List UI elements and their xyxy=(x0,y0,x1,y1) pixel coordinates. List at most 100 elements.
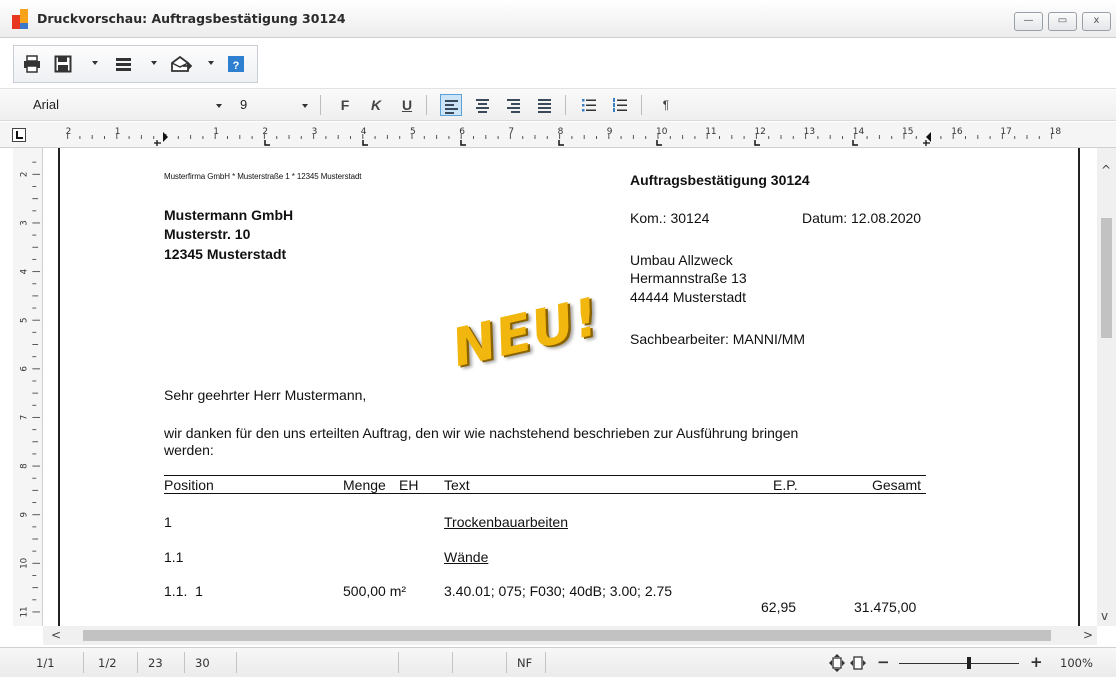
horizontal-scroll-thumb[interactable] xyxy=(83,630,1051,641)
align-justify-button[interactable] xyxy=(534,94,556,116)
print-button[interactable] xyxy=(23,55,43,75)
ruler-number: 7 xyxy=(508,127,514,137)
col-header-gesamt: Gesamt xyxy=(872,477,922,493)
tab-stop-selector[interactable] xyxy=(12,128,26,142)
align-center-icon xyxy=(476,99,489,115)
layout-dropdown-arrow[interactable] xyxy=(151,61,157,65)
intro-text-line-2: werden: xyxy=(164,442,214,458)
save-dropdown-arrow[interactable] xyxy=(92,61,98,65)
preview-area[interactable]: Musterfirma GmbH * Musterstraße 1 * 1234… xyxy=(43,148,1097,626)
row-2-text: Wände xyxy=(444,549,489,565)
ruler-number: 2 xyxy=(66,127,72,137)
vertical-scroll-thumb[interactable] xyxy=(1101,218,1112,338)
status-separator xyxy=(452,652,453,673)
vertical-scrollbar[interactable]: ^ v xyxy=(1097,148,1116,626)
project-street: Hermannstraße 13 xyxy=(630,270,747,286)
left-margin-marker[interactable] xyxy=(154,140,161,146)
bullet-list-button[interactable] xyxy=(578,94,600,116)
row-3-menge: 500,00 m² xyxy=(343,583,407,599)
tab-stop-marker[interactable] xyxy=(460,140,466,146)
scroll-left-icon[interactable]: < xyxy=(51,629,61,641)
tab-stop-marker[interactable] xyxy=(754,140,760,146)
numbered-list-button[interactable] xyxy=(609,94,631,116)
align-center-button[interactable] xyxy=(472,94,494,116)
numbered-list-icon xyxy=(613,98,627,112)
italic-button[interactable]: K xyxy=(365,94,387,116)
col-header-position: Position xyxy=(164,477,214,493)
document-title: Auftragsbestätigung 30124 xyxy=(630,172,810,188)
salutation: Sehr geehrter Herr Mustermann, xyxy=(164,387,367,403)
bullet-list-icon xyxy=(582,99,596,112)
close-button[interactable]: x xyxy=(1082,12,1111,31)
project-name: Umbau Allzweck xyxy=(630,252,733,268)
ruler-number: 3 xyxy=(20,220,30,226)
bold-button[interactable]: F xyxy=(334,94,356,116)
fit-width-button[interactable] xyxy=(849,654,867,675)
font-name-dropdown-arrow[interactable] xyxy=(216,104,222,108)
table-top-rule xyxy=(164,475,926,476)
new-stamp: NEU! xyxy=(446,287,606,379)
format-separator xyxy=(320,95,321,115)
recipient-city: 12345 Musterstadt xyxy=(164,246,287,262)
ruler-number: 2 xyxy=(20,172,30,178)
first-line-indent-marker[interactable] xyxy=(163,132,168,142)
status-bar: 1/1 1/2 23 30 NF − + 100% xyxy=(0,647,1116,677)
row-1-text: Trockenbauarbeiten xyxy=(444,514,569,530)
ruler-number: 10 xyxy=(20,558,30,569)
zoom-value: 100% xyxy=(1060,656,1093,670)
layout-button[interactable] xyxy=(115,55,135,75)
row-3-position: 1.1. 1 xyxy=(164,583,203,599)
tab-stop-marker[interactable] xyxy=(656,140,662,146)
show-formatting-button[interactable]: ¶ xyxy=(655,94,677,116)
minimize-button[interactable]: — xyxy=(1014,12,1043,31)
font-size-select[interactable]: 9 xyxy=(240,97,247,112)
scroll-down-icon[interactable]: v xyxy=(1101,610,1108,622)
email-dropdown-arrow[interactable] xyxy=(208,61,214,65)
maximize-button[interactable]: ▭ xyxy=(1048,12,1077,31)
zoom-in-button[interactable]: + xyxy=(1030,653,1043,671)
ruler-number: 16 xyxy=(951,127,963,137)
align-right-button[interactable] xyxy=(503,94,525,116)
clerk-line: Sachbearbeiter: MANNI/MM xyxy=(630,331,806,347)
zoom-slider-track[interactable] xyxy=(899,657,1019,669)
tab-stop-marker[interactable] xyxy=(264,140,270,146)
scroll-right-icon[interactable]: > xyxy=(1083,629,1093,641)
zoom-out-button[interactable]: − xyxy=(877,653,890,671)
send-email-button[interactable] xyxy=(170,55,194,75)
tab-stop-marker[interactable] xyxy=(558,140,564,146)
font-name-select[interactable]: Arial xyxy=(33,97,59,112)
ruler-number: 11 xyxy=(20,606,30,617)
scroll-up-icon[interactable]: ^ xyxy=(1101,164,1111,176)
fit-page-icon xyxy=(829,654,845,672)
document-date: Datum: 12.08.2020 xyxy=(802,210,922,226)
ruler-number: 3 xyxy=(312,127,318,137)
sender-line: Musterfirma GmbH * Musterstraße 1 * 1234… xyxy=(164,172,362,181)
status-mode: NF xyxy=(517,656,533,670)
row-2-position: 1.1 xyxy=(164,549,184,565)
save-button[interactable] xyxy=(54,55,74,75)
printer-icon xyxy=(24,55,40,73)
zoom-slider-thumb[interactable] xyxy=(967,657,972,669)
ruler-number: 6 xyxy=(459,127,465,137)
ruler-number: 10 xyxy=(656,127,668,137)
fit-page-button[interactable] xyxy=(828,654,846,675)
help-button[interactable]: ? xyxy=(228,55,246,75)
col-header-text: Text xyxy=(444,477,470,493)
underline-button[interactable]: U xyxy=(396,94,418,116)
col-header-menge: Menge xyxy=(343,477,386,493)
right-margin-marker[interactable] xyxy=(923,140,930,146)
align-left-button[interactable] xyxy=(440,94,462,116)
status-separator xyxy=(545,652,546,673)
ruler-number: 12 xyxy=(754,127,765,137)
horizontal-scrollbar[interactable]: < > xyxy=(43,626,1097,645)
document-page: Musterfirma GmbH * Musterstraße 1 * 1234… xyxy=(58,148,1080,626)
svg-text:?: ? xyxy=(233,60,240,72)
tab-stop-marker[interactable] xyxy=(852,140,858,146)
tab-stop-marker[interactable] xyxy=(362,140,368,146)
font-size-dropdown-arrow[interactable] xyxy=(302,104,308,108)
row-3-gesamt: 31.475,00 xyxy=(854,599,917,615)
horizontal-ruler[interactable]: 2 1 1 2 3 4 5 6 7 8 9 10 11 12 13 14 15 16 17 18 xyxy=(55,122,1095,146)
col-header-eh: EH xyxy=(399,477,419,493)
right-indent-marker[interactable] xyxy=(926,132,931,142)
align-justify-icon xyxy=(538,99,551,115)
